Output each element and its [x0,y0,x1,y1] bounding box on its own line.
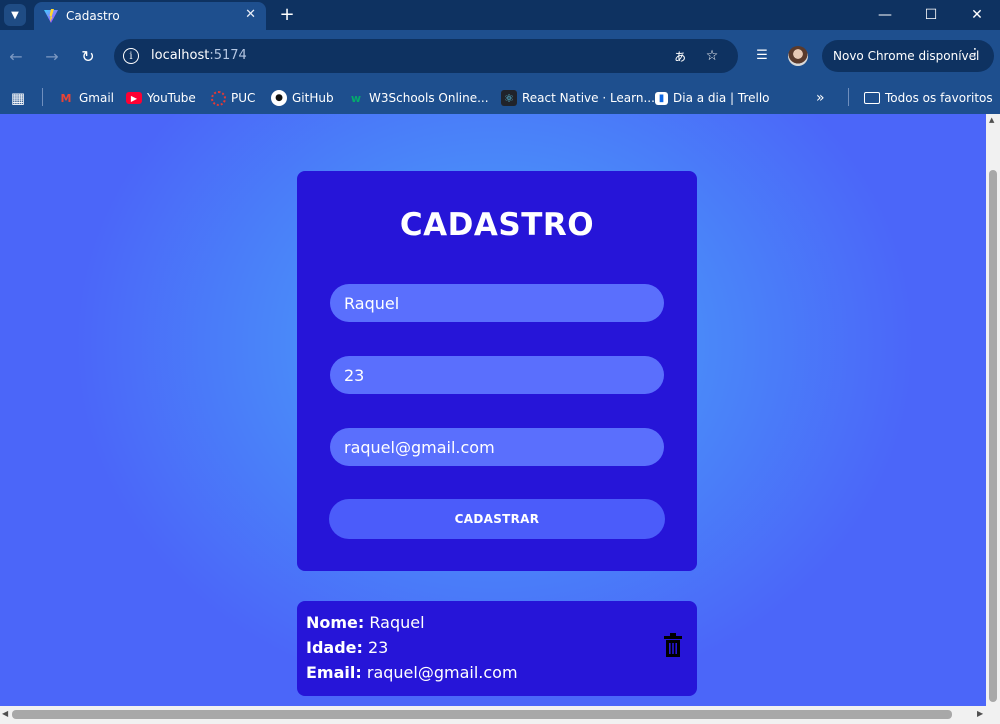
media-controls-icon[interactable]: ☰ [752,45,772,65]
result-name-row: Nome: Raquel [306,613,425,632]
bookmark-github[interactable]: ● GitHub [271,86,334,110]
bookmark-star-icon[interactable]: ☆ [703,47,721,65]
result-name-value: Raquel [369,613,425,632]
close-window-button[interactable]: ✕ [954,0,1000,30]
reload-button[interactable]: ↻ [76,44,100,68]
bookmark-puc[interactable]: PUC [211,86,255,110]
result-email-label: Email: [306,663,362,682]
translate-icon[interactable]: ぁ [671,47,689,65]
result-age-row: Idade: 23 [306,638,388,657]
react-icon: ⚛ [501,90,517,106]
result-age-value: 23 [368,638,389,657]
bookmark-youtube[interactable]: ▶ YouTube [126,86,196,110]
scroll-up-icon[interactable]: ▲ [989,116,994,124]
bookmark-react-native[interactable]: ⚛ React Native · Learn... [501,86,655,110]
back-button[interactable]: ← [4,44,28,68]
vite-favicon-icon [44,9,58,23]
arrow-left-icon: ← [9,46,23,66]
email-input[interactable] [330,428,664,466]
submit-button[interactable]: CADASTRAR [329,499,665,539]
folder-icon [864,92,880,104]
registered-user-card: Nome: Raquel Idade: 23 Email: raquel@gma… [297,601,697,696]
result-age-label: Idade: [306,638,363,657]
update-label: Novo Chrome disponível [833,49,980,63]
more-bookmarks-button[interactable]: » [816,86,825,110]
reload-icon: ↻ [81,46,95,66]
tab-cadastro[interactable]: Cadastro ✕ [34,2,266,30]
youtube-icon: ▶ [126,92,142,104]
bookmark-gmail[interactable]: M Gmail [58,86,115,110]
chrome-update-button[interactable]: Novo Chrome disponível ⋮ [822,40,994,72]
scroll-left-icon[interactable]: ◀ [2,709,8,718]
horizontal-scroll-thumb[interactable] [12,710,952,719]
address-bar[interactable]: i localhost:5174 ぁ ☆ [114,39,738,73]
chevron-down-icon: ▼ [11,9,19,21]
page-viewport: CADASTRO CADASTRAR Nome: Raquel Idade: 2… [0,114,986,706]
gmail-icon: M [60,91,72,105]
tab-strip: ▼ Cadastro ✕ + — ☐ ✕ [0,0,1000,30]
vertical-scrollbar[interactable]: ▲ [986,114,1000,706]
profile-avatar[interactable] [788,46,808,66]
scroll-right-icon[interactable]: ▶ [977,709,983,718]
result-email-value: raquel@gmail.com [366,663,518,682]
bookmark-separator [42,88,43,106]
maximize-button[interactable]: ☐ [908,0,954,30]
arrow-right-icon: → [45,46,59,66]
all-bookmarks-button[interactable]: Todos os favoritos [864,86,993,110]
forward-button[interactable]: → [40,44,64,68]
tab-search-button[interactable]: ▼ [4,4,26,26]
new-tab-button[interactable]: + [276,3,298,25]
horizontal-scrollbar[interactable]: ◀ ▶ [0,706,1000,724]
close-icon: ✕ [971,7,983,23]
bookmarks-bar: ▦ M Gmail ▶ YouTube PUC ● GitHub w W3Sch… [0,82,1000,114]
bookmark-separator [848,88,849,106]
puc-icon [211,90,226,106]
maximize-icon: ☐ [924,7,938,23]
form-title: CADASTRO [399,207,595,243]
vertical-scroll-thumb[interactable] [989,170,997,702]
close-tab-icon[interactable]: ✕ [245,7,256,22]
minimize-icon: — [878,7,892,23]
chevron-double-right-icon: » [816,90,825,106]
age-input[interactable] [330,356,664,394]
github-icon: ● [271,90,287,106]
trello-icon: ▮ [655,91,668,105]
result-email-row: Email: raquel@gmail.com [306,663,518,682]
plus-icon: + [279,3,295,25]
name-input[interactable] [330,284,664,322]
kebab-menu-icon: ⋮ [968,46,982,62]
w3schools-icon: w [350,91,362,105]
bookmark-w3schools[interactable]: w W3Schools Online... [348,86,489,110]
minimize-button[interactable]: — [862,0,908,30]
site-info-icon[interactable]: i [123,48,139,64]
trash-icon[interactable] [663,633,683,657]
result-name-label: Nome: [306,613,365,632]
tab-title: Cadastro [66,9,120,23]
apps-button[interactable]: ▦ [10,86,26,110]
register-form-card: CADASTRO CADASTRAR [297,171,697,571]
bookmark-trello[interactable]: ▮ Dia a dia | Trello [655,86,770,110]
url-text: localhost:5174 [151,48,247,63]
apps-grid-icon: ▦ [10,89,26,107]
